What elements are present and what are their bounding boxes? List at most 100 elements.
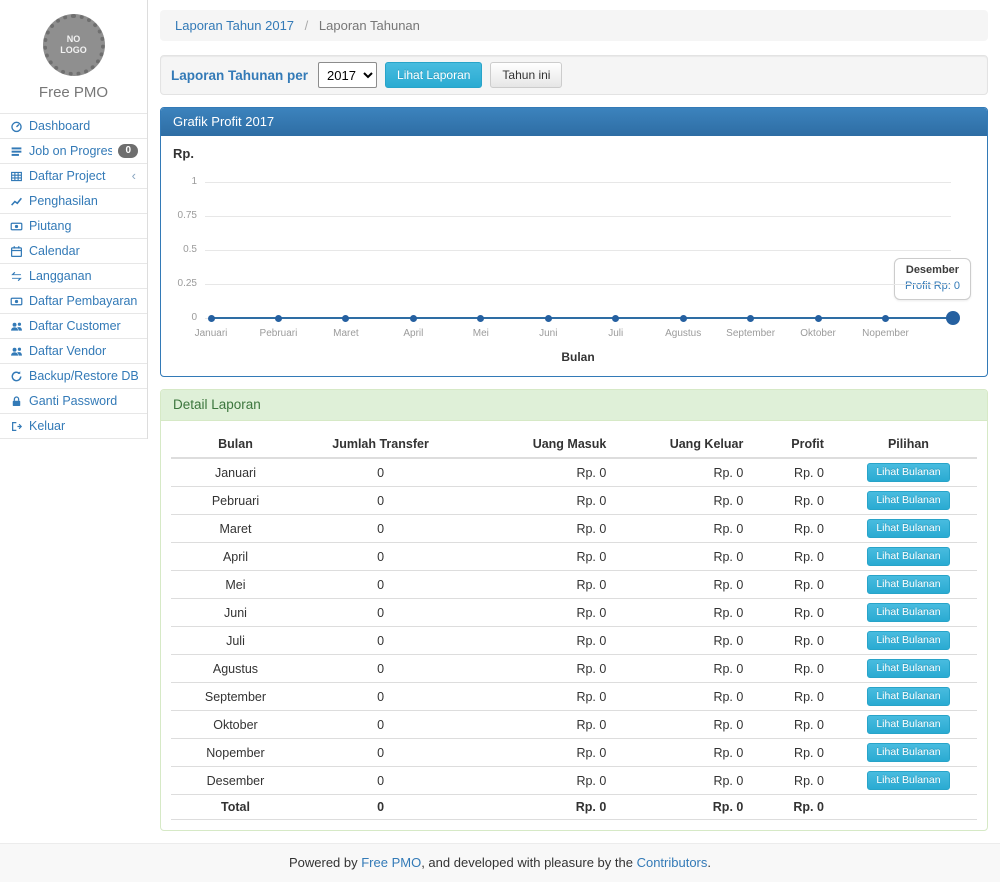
table-icon [9,169,23,183]
cell-total-masuk: Rp. 0 [461,795,622,820]
chart-data-point-juli[interactable] [612,315,619,322]
chart-gridline [205,250,951,251]
tasks-icon [9,144,23,158]
chart-data-point-september[interactable] [747,315,754,322]
sidebar-item-penghasilan[interactable]: Penghasilan [0,189,147,214]
table-row: Pebruari0Rp. 0Rp. 0Rp. 0Lihat Bulanan [171,487,977,515]
lihat-bulanan-button-juli[interactable]: Lihat Bulanan [867,631,949,650]
cell-pilihan: Lihat Bulanan [840,739,977,767]
report-table: BulanJumlah TransferUang MasukUang Kelua… [171,431,977,820]
cell-profit: Rp. 0 [759,627,840,655]
detail-panel-title: Detail Laporan [161,390,987,421]
cell-total-label: Total [171,795,300,820]
chart-data-point-april[interactable] [410,315,417,322]
footer-link-free-pmo[interactable]: Free PMO [361,855,421,870]
cell-uang-masuk: Rp. 0 [461,571,622,599]
cell-pilihan: Lihat Bulanan [840,515,977,543]
sidebar-item-calendar[interactable]: Calendar [0,239,147,264]
lihat-bulanan-button-april[interactable]: Lihat Bulanan [867,547,949,566]
lihat-bulanan-button-oktober[interactable]: Lihat Bulanan [867,715,949,734]
lihat-bulanan-button-agustus[interactable]: Lihat Bulanan [867,659,949,678]
cell-jumlah-transfer: 0 [300,767,461,795]
sidebar-item-dashboard[interactable]: Dashboard [0,114,147,139]
chart-data-point-desember[interactable] [946,311,960,325]
footer: Powered by Free PMO, and developed with … [0,843,1000,882]
chart-x-tick: Juni [512,328,584,339]
chart-data-point-agustus[interactable] [680,315,687,322]
col-header-bulan: Bulan [171,431,300,458]
sidebar-item-keluar[interactable]: Keluar [0,414,147,439]
cell-uang-keluar: Rp. 0 [622,458,759,487]
cell-jumlah-transfer: 0 [300,599,461,627]
breadcrumb-link-laporan-tahun[interactable]: Laporan Tahun 2017 [175,18,294,33]
sidebar-item-label: Calendar [29,243,138,259]
report-controls: Laporan Tahunan per 2017 Lihat Laporan T… [160,55,988,95]
sidebar-item-daftar-project[interactable]: Daftar Project‹ [0,164,147,189]
cell-uang-masuk: Rp. 0 [461,739,622,767]
cell-uang-keluar: Rp. 0 [622,711,759,739]
chart-data-point-juni[interactable] [545,315,552,322]
chevron-left-icon: ‹ [132,168,138,184]
cell-total-empty [840,795,977,820]
chart-gridline [205,182,951,183]
sidebar-item-label: Job on Progress [29,143,112,159]
sidebar-item-daftar-customer[interactable]: Daftar Customer [0,314,147,339]
sidebar-item-backup-restore-db[interactable]: Backup/Restore DB [0,364,147,389]
cell-uang-keluar: Rp. 0 [622,767,759,795]
lihat-laporan-button[interactable]: Lihat Laporan [385,62,482,88]
cell-uang-masuk: Rp. 0 [461,655,622,683]
lock-icon [9,394,23,408]
cell-jumlah-transfer: 0 [300,543,461,571]
sidebar-item-label: Daftar Pembayaran [29,293,138,309]
chart-y-tick: 0.5 [161,244,197,255]
no-logo-seal-icon: NOLOGO [43,14,105,76]
lihat-bulanan-button-september[interactable]: Lihat Bulanan [867,687,949,706]
footer-link-contributors[interactable]: Contributors [637,855,708,870]
sidebar-item-job-on-progress[interactable]: Job on Progress0 [0,139,147,164]
breadcrumb-separator: / [298,18,316,33]
lihat-bulanan-button-januari[interactable]: Lihat Bulanan [867,463,949,482]
cell-uang-keluar: Rp. 0 [622,543,759,571]
lihat-bulanan-button-maret[interactable]: Lihat Bulanan [867,519,949,538]
sidebar-item-label: Langganan [29,268,138,284]
sidebar-item-label: Daftar Vendor [29,343,138,359]
lihat-bulanan-button-nopember[interactable]: Lihat Bulanan [867,743,949,762]
lihat-bulanan-button-juni[interactable]: Lihat Bulanan [867,603,949,622]
brand-name: Free PMO [10,84,137,103]
tahun-ini-button[interactable]: Tahun ini [490,62,562,88]
col-header-uang-masuk: Uang Masuk [461,431,622,458]
chart-data-point-oktober[interactable] [815,315,822,322]
cell-uang-keluar: Rp. 0 [622,739,759,767]
users-icon [9,319,23,333]
report-controls-label: Laporan Tahunan per [171,68,308,83]
cell-profit: Rp. 0 [759,655,840,683]
sidebar-item-daftar-vendor[interactable]: Daftar Vendor [0,339,147,364]
lihat-bulanan-button-pebruari[interactable]: Lihat Bulanan [867,491,949,510]
profit-line-chart: Rp. Bulan Desember Profit Rp: 0 10.750.5… [161,136,987,376]
cell-pilihan: Lihat Bulanan [840,458,977,487]
refresh-icon [9,369,23,383]
sidebar-item-daftar-pembayaran[interactable]: Daftar Pembayaran [0,289,147,314]
cell-total-keluar: Rp. 0 [622,795,759,820]
cell-bulan: September [171,683,300,711]
chart-x-tick: Januari [175,328,247,339]
lihat-bulanan-button-desember[interactable]: Lihat Bulanan [867,771,949,790]
chart-x-tick: April [377,328,449,339]
chart-data-point-pebruari[interactable] [275,315,282,322]
sidebar-item-langganan[interactable]: Langganan [0,264,147,289]
chart-data-point-nopember[interactable] [882,315,889,322]
sidebar-item-piutang[interactable]: Piutang [0,214,147,239]
chart-data-point-maret[interactable] [342,315,349,322]
sidebar-item-ganti-password[interactable]: Ganti Password [0,389,147,414]
chart-data-point-januari[interactable] [208,315,215,322]
cell-uang-masuk: Rp. 0 [461,515,622,543]
chart-data-point-mei[interactable] [477,315,484,322]
col-header-profit: Profit [759,431,840,458]
year-select[interactable]: 2017 [318,62,377,88]
table-row: Agustus0Rp. 0Rp. 0Rp. 0Lihat Bulanan [171,655,977,683]
chart-y-tick: 1 [161,176,197,187]
lihat-bulanan-button-mei[interactable]: Lihat Bulanan [867,575,949,594]
cell-jumlah-transfer: 0 [300,627,461,655]
sidebar-menu: DashboardJob on Progress0Daftar Project‹… [0,114,147,439]
cell-bulan: Oktober [171,711,300,739]
